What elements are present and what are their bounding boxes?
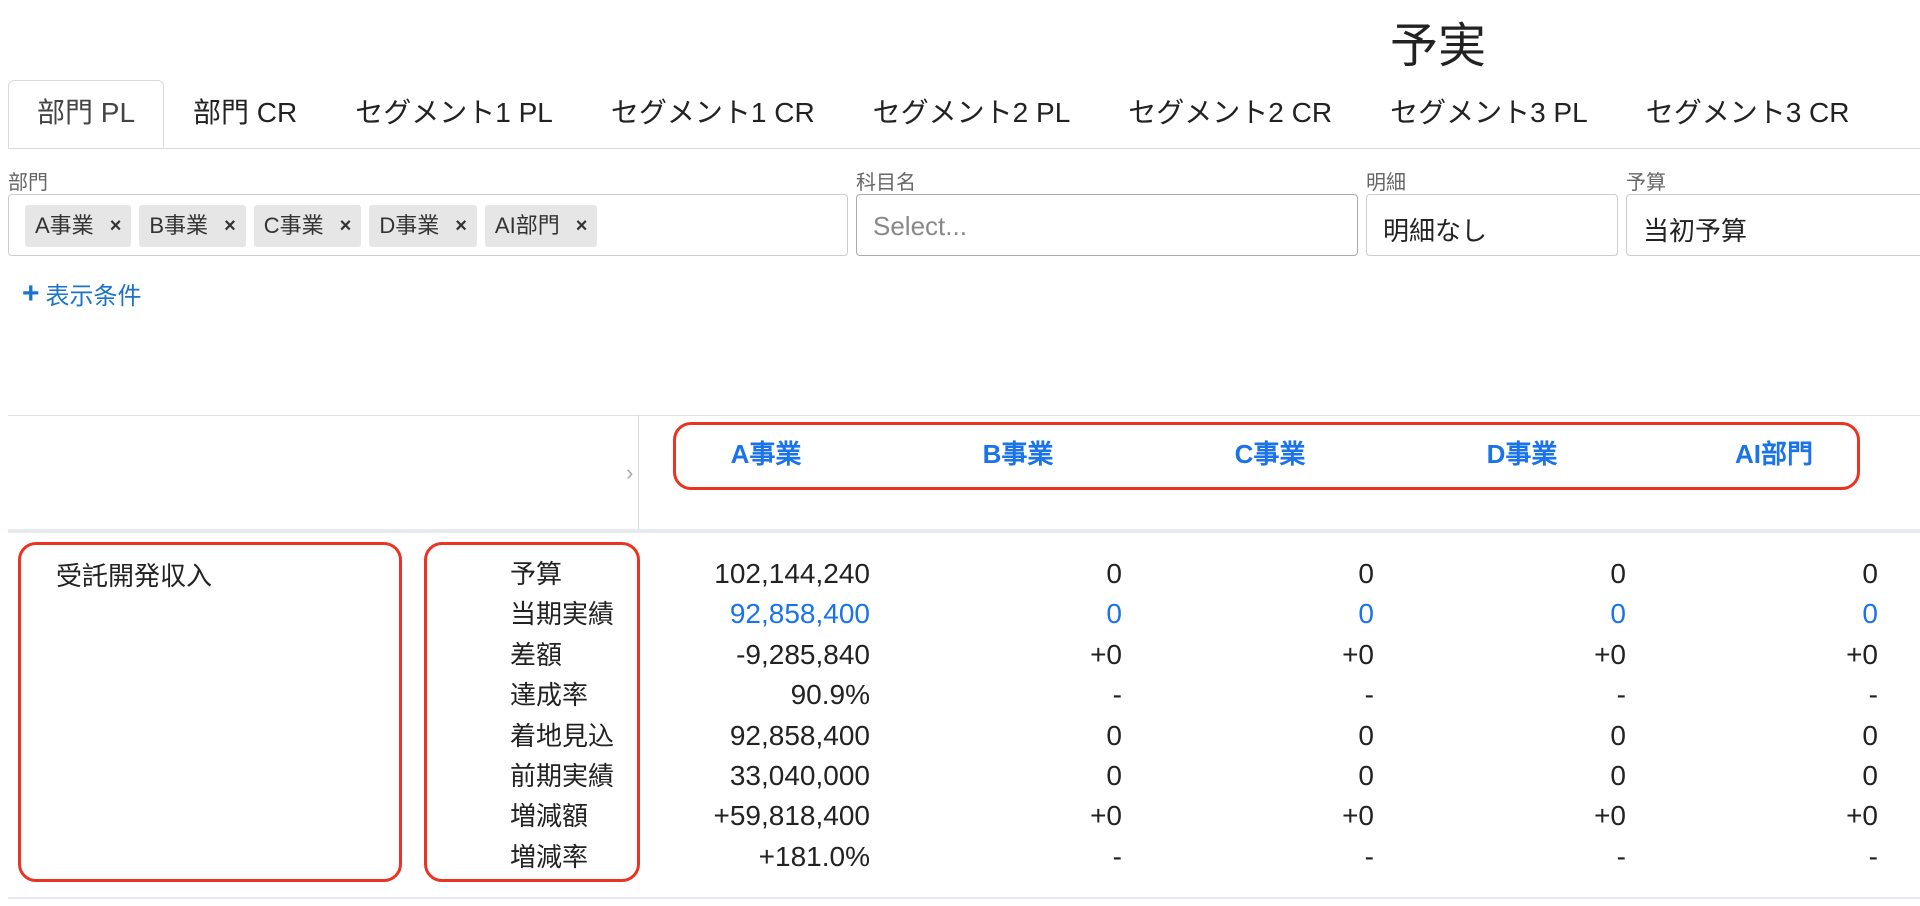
table-cell: +0	[1090, 639, 1122, 670]
table-cell: -	[1364, 841, 1374, 872]
chip-label: A事業	[35, 213, 94, 238]
header-divider	[638, 415, 639, 531]
tab-dept-cr[interactable]: 部門 CR	[164, 80, 326, 148]
table-cell: -	[1616, 679, 1626, 710]
tab-seg3-pl[interactable]: セグメント3 PL	[1361, 80, 1617, 148]
table-cell: +0	[1342, 639, 1374, 670]
table-cell: +0	[1846, 800, 1878, 831]
actual-value-link[interactable]: 0	[882, 594, 1122, 634]
table-cell: 0	[1862, 558, 1878, 589]
tab-seg1-pl[interactable]: セグメント1 PL	[326, 80, 582, 148]
table-cell: 0	[1862, 720, 1878, 751]
budget-filter-label: 予算	[1626, 172, 1666, 194]
row-label: 当期実績	[510, 599, 615, 629]
table-cell: 0	[1106, 558, 1122, 589]
table-cell: 33,040,000	[729, 760, 870, 791]
table-cell: 0	[1610, 760, 1626, 791]
tab-dept-pl[interactable]: 部門 PL	[8, 80, 165, 148]
row-label: 差額	[510, 640, 563, 670]
budget-select-value: 当初予算	[1643, 216, 1748, 246]
plus-icon: +	[22, 276, 40, 310]
add-display-condition-label: 表示条件	[45, 283, 142, 310]
actual-value-link[interactable]: 92,858,400	[630, 594, 870, 634]
row-label: 増減額	[510, 801, 589, 831]
table-cell: 92,858,400	[729, 720, 870, 751]
table-cell: -	[1112, 679, 1122, 710]
table-cell: 0	[1610, 558, 1626, 589]
tab-seg3-cr[interactable]: セグメント3 CR	[1617, 80, 1879, 148]
table-cell: 0	[1610, 720, 1626, 751]
account-category: 受託開発収入	[56, 561, 213, 591]
chip-label: D事業	[379, 213, 440, 238]
table-cell: 90.9%	[790, 679, 870, 710]
remove-chip-icon[interactable]: ×	[110, 205, 122, 247]
department-chip: A事業 ×	[25, 205, 132, 247]
detail-filter-label: 明細	[1366, 172, 1406, 194]
remove-chip-icon[interactable]: ×	[455, 205, 467, 247]
table-cell: +59,818,400	[713, 800, 871, 831]
account-filter-label: 科目名	[856, 172, 916, 194]
account-select-placeholder: Select...	[873, 211, 967, 241]
department-chip: AI部門 ×	[484, 205, 598, 247]
remove-chip-icon[interactable]: ×	[340, 205, 352, 247]
page-title: 予実	[1390, 20, 1487, 73]
department-chip: D事業 ×	[369, 205, 477, 247]
row-label: 前期実績	[510, 761, 615, 791]
detail-select-value: 明細なし	[1383, 216, 1488, 246]
table-cell: -	[1112, 841, 1122, 872]
remove-chip-icon[interactable]: ×	[576, 205, 588, 247]
tab-bar: 部門 PL 部門 CR セグメント1 PL セグメント1 CR セグメント2 P…	[8, 80, 1920, 149]
actual-value-link[interactable]: 0	[1134, 594, 1374, 634]
table-cell: +0	[1846, 639, 1878, 670]
table-cell: 0	[1358, 558, 1374, 589]
table-top-border	[8, 415, 1920, 416]
remove-chip-icon[interactable]: ×	[224, 205, 236, 247]
table-cell: +0	[1594, 800, 1626, 831]
table-cell: +0	[1342, 800, 1374, 831]
column-header-highlight	[673, 422, 1860, 490]
table-cell: 0	[1106, 720, 1122, 751]
row-label: 増減率	[510, 842, 589, 872]
add-display-condition-link[interactable]: + 表示条件	[22, 276, 142, 311]
table-cell: 0	[1106, 760, 1122, 791]
table-cell: +181.0%	[758, 841, 870, 872]
row-label: 予算	[510, 559, 563, 589]
table-bottom-border	[8, 897, 1920, 899]
chip-label: C事業	[263, 213, 324, 238]
account-select[interactable]: Select...	[856, 194, 1358, 256]
row-label: 達成率	[510, 680, 589, 710]
table-cell: 0	[1358, 720, 1374, 751]
expand-chevron-icon[interactable]: ›	[626, 460, 633, 486]
chip-label: AI部門	[494, 213, 560, 238]
chip-label: B事業	[149, 213, 209, 238]
actual-value-link[interactable]: 0	[1638, 594, 1878, 634]
table-cell: -9,285,840	[736, 639, 870, 670]
category-highlight	[18, 542, 402, 882]
department-chip: C事業 ×	[253, 205, 362, 247]
table-cell: -	[1868, 841, 1878, 872]
table-cell: 0	[1358, 760, 1374, 791]
table-cell: -	[1868, 679, 1878, 710]
department-chip: B事業 ×	[139, 205, 246, 247]
budget-select[interactable]: 当初予算	[1626, 194, 1920, 256]
header-separator	[8, 529, 1920, 533]
table-cell: +0	[1090, 800, 1122, 831]
row-label: 着地見込	[510, 721, 615, 751]
tab-seg2-pl[interactable]: セグメント2 PL	[844, 80, 1100, 148]
department-filter-label: 部門	[8, 172, 48, 194]
table-cell: -	[1616, 841, 1626, 872]
table-cell: -	[1364, 679, 1374, 710]
table-cell: +0	[1594, 639, 1626, 670]
table-cell: 102,144,240	[714, 558, 870, 589]
tab-seg2-cr[interactable]: セグメント2 CR	[1099, 80, 1361, 148]
tab-seg1-cr[interactable]: セグメント1 CR	[582, 80, 844, 148]
actual-value-link[interactable]: 0	[1386, 594, 1626, 634]
department-multiselect[interactable]: A事業 × B事業 × C事業 × D事業 × AI部門 ×	[8, 194, 848, 256]
detail-select[interactable]: 明細なし	[1366, 194, 1618, 256]
table-cell: 0	[1862, 760, 1878, 791]
